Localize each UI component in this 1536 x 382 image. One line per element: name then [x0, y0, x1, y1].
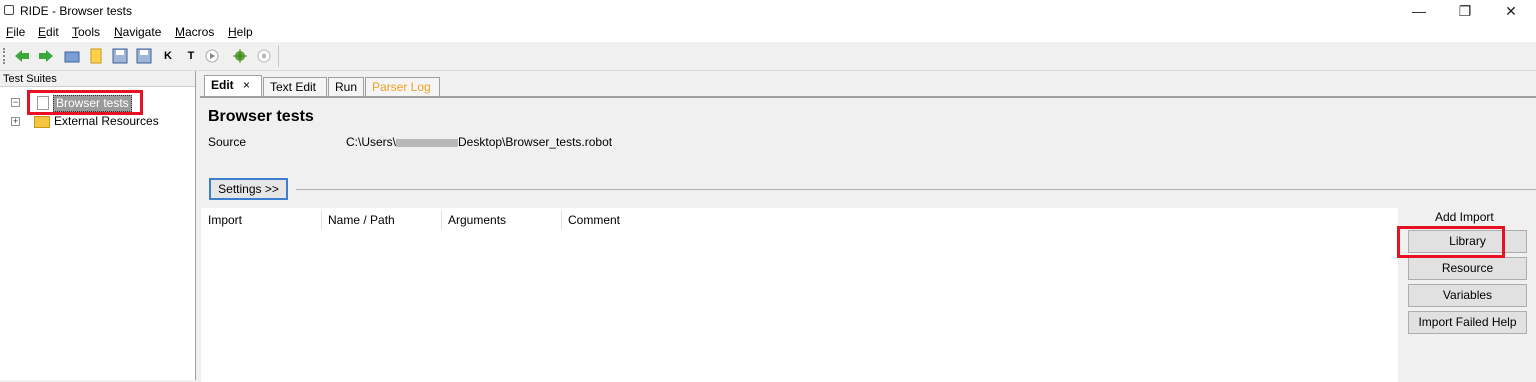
tab-close-icon[interactable]: × [243, 78, 250, 92]
title-bar: RIDE - Browser tests — ❐ ✕ [0, 0, 1536, 22]
tab-label: Parser Log [372, 80, 431, 94]
minimize-button[interactable]: — [1396, 0, 1442, 22]
toolbar-grip [3, 48, 7, 64]
tab-label: Text Edit [270, 80, 317, 94]
folder-icon [34, 116, 50, 128]
save-all-icon[interactable] [136, 48, 152, 64]
resource-button[interactable]: Resource [1408, 257, 1527, 280]
save-icon[interactable] [112, 48, 128, 64]
toolbar: K T [0, 42, 1536, 71]
back-arrow-icon[interactable] [14, 48, 30, 64]
tab-text-edit[interactable]: Text Edit [263, 77, 327, 97]
suite-title: Browser tests [208, 108, 314, 125]
column-header-import[interactable]: Import [208, 213, 242, 227]
forward-arrow-icon[interactable] [38, 48, 54, 64]
menu-macros[interactable]: Macros [175, 25, 214, 39]
tab-edit[interactable]: Edit × [204, 75, 262, 98]
add-import-panel: Add Import Library Resource Variables Im… [1397, 208, 1536, 382]
tree-item-label: External Resources [54, 114, 159, 128]
expand-icon[interactable]: + [11, 117, 20, 126]
new-file-icon[interactable] [88, 48, 104, 64]
source-suffix: Desktop\Browser_tests.robot [458, 135, 613, 149]
close-button[interactable]: ✕ [1488, 0, 1534, 22]
column-separator [441, 210, 442, 230]
window-title: RIDE - Browser tests [20, 4, 133, 18]
tree-header: Test Suites [0, 71, 195, 87]
column-separator [561, 210, 562, 230]
settings-divider [296, 189, 1536, 190]
tree-item-external-resources[interactable]: + External Resources [0, 113, 195, 131]
search-tests-icon[interactable]: T [183, 48, 199, 64]
open-folder-icon[interactable] [64, 48, 80, 64]
tab-label: Edit [211, 78, 234, 92]
search-keywords-icon[interactable]: K [160, 48, 176, 64]
highlight-box [27, 90, 143, 115]
tab-label: Run [335, 80, 358, 94]
column-separator [321, 210, 322, 230]
source-label: Source [208, 135, 247, 149]
menu-help[interactable]: Help [228, 25, 253, 39]
column-header-arguments[interactable]: Arguments [448, 213, 506, 227]
redacted-username [396, 138, 459, 147]
variables-button[interactable]: Variables [1408, 284, 1527, 307]
source-prefix: C:\Users\ [346, 135, 397, 149]
tab-parser-log[interactable]: Parser Log [365, 77, 440, 97]
column-header-comment[interactable]: Comment [568, 213, 620, 227]
highlight-box [1397, 226, 1505, 258]
toolbar-separator [278, 45, 279, 67]
settings-button[interactable]: Settings >> [209, 178, 288, 200]
menu-bar: File Edit Tools Navigate Macros Help [0, 22, 1536, 42]
run-icon[interactable] [204, 48, 220, 64]
menu-file[interactable]: File [6, 25, 25, 39]
tab-run[interactable]: Run [328, 77, 364, 97]
source-path: C:\Users\ Desktop\Browser_tests.robot [346, 135, 612, 149]
menu-edit[interactable]: Edit [38, 25, 59, 39]
stop-icon[interactable] [256, 48, 272, 64]
collapse-icon[interactable]: − [11, 98, 20, 107]
add-import-label: Add Import [1435, 210, 1494, 224]
suite-editor: Browser tests Source C:\Users\ Desktop\Br… [200, 96, 1536, 382]
import-table[interactable]: Import Name / Path Arguments Comment [201, 208, 1398, 382]
app-icon [4, 5, 14, 15]
menu-tools[interactable]: Tools [72, 25, 100, 39]
maximize-button[interactable]: ❐ [1442, 0, 1488, 22]
test-suites-panel: Test Suites − Browser tests + External R… [0, 71, 196, 380]
editor-area: Edit × Text Edit Run Parser Log Browser … [200, 71, 1536, 382]
debug-icon[interactable] [232, 48, 248, 64]
import-failed-help-button[interactable]: Import Failed Help [1408, 311, 1527, 334]
column-header-name-path[interactable]: Name / Path [328, 213, 395, 227]
menu-navigate[interactable]: Navigate [114, 25, 161, 39]
